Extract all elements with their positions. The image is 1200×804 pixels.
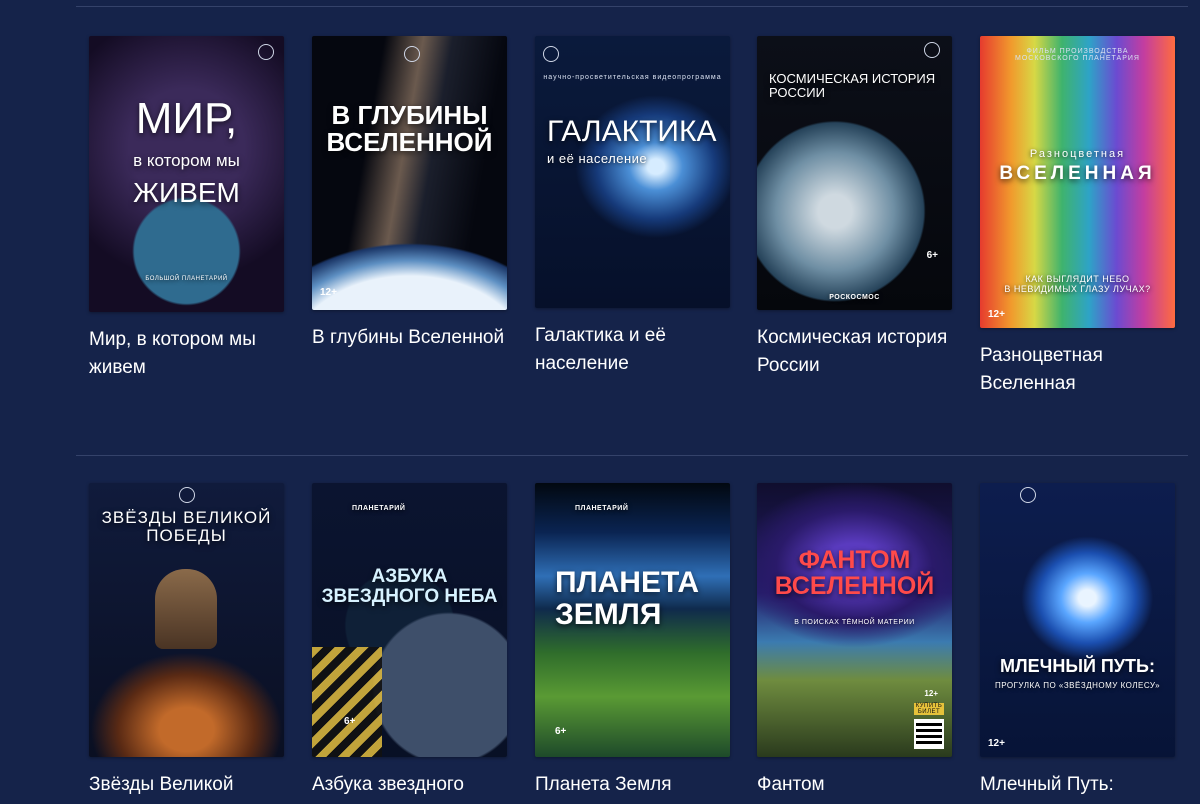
poster-title: ПЛАНЕТА ЗЕМЛЯ <box>555 566 700 631</box>
film-poster[interactable]: ФАНТОМ ВСЕЛЕННОЙ В ПОИСКАХ ТЁМНОЙ МАТЕРИ… <box>757 483 952 757</box>
age-rating-badge: 6+ <box>555 726 567 737</box>
poster-title-line3: ЖИВЕМ <box>133 177 240 208</box>
film-title[interactable]: Азбука звездного <box>312 771 507 799</box>
film-card-glubiny[interactable]: В ГЛУБИНЫ ВСЕЛЕННОЙ 12+ В глубины Вселен… <box>312 36 507 352</box>
planetarium-logo-icon <box>924 42 940 58</box>
film-poster[interactable]: ФИЛЬМ ПРОИЗВОДСТВА МОСКОВСКОГО ПЛАНЕТАРИ… <box>980 36 1175 328</box>
film-title[interactable]: Звёзды Великой <box>89 771 284 799</box>
planetarium-logo-icon <box>179 487 195 503</box>
poster-question: КАК ВЫГЛЯДИТ НЕБО В НЕВИДИМЫХ ГЛАЗУ ЛУЧА… <box>1004 274 1151 294</box>
poster-title: ВСЕЛЕННАЯ <box>999 163 1156 184</box>
planetarium-logo-icon <box>258 44 274 60</box>
film-card-raznocvetnaya[interactable]: ФИЛЬМ ПРОИЗВОДСТВА МОСКОВСКОГО ПЛАНЕТАРИ… <box>980 36 1175 398</box>
poster-tagline: ФИЛЬМ ПРОИЗВОДСТВА МОСКОВСКОГО ПЛАНЕТАРИ… <box>1015 48 1140 62</box>
age-rating-badge: 6+ <box>926 250 938 261</box>
poster-sponsor: РОСКОСМОС <box>829 294 880 301</box>
film-card-azbuka[interactable]: ПЛАНЕТАРИЙ АЗБУКА ЗВЕЗДНОГО НЕБА 6+ Азбу… <box>312 483 507 799</box>
decorative-stripes <box>312 647 382 757</box>
film-poster[interactable]: КОСМИЧЕСКАЯ ИСТОРИЯ РОССИИ 6+ РОСКОСМОС <box>757 36 952 310</box>
poster-title-line2: в котором мы <box>133 151 240 170</box>
film-title[interactable]: Галактика и её население <box>535 322 730 378</box>
film-title[interactable]: Космическая история России <box>757 324 952 380</box>
poster-title: ЗВЁЗДЫ ВЕЛИКОЙ ПОБЕДЫ <box>101 508 272 545</box>
film-card-zvezdy[interactable]: ЗВЁЗДЫ ВЕЛИКОЙ ПОБЕДЫ Звёзды Великой <box>89 483 284 799</box>
association-logo-icon <box>543 46 559 62</box>
film-poster[interactable]: ЗВЁЗДЫ ВЕЛИКОЙ ПОБЕДЫ <box>89 483 284 757</box>
film-title[interactable]: В глубины Вселенной <box>312 324 507 352</box>
film-poster[interactable]: МЛЕЧНЫЙ ПУТЬ: ПРОГУЛКА ПО «ЗВЁЗДНОМУ КОЛ… <box>980 483 1175 757</box>
poster-title: МИР, <box>135 94 238 143</box>
age-rating-badge: 12+ <box>924 689 938 698</box>
planetarium-logo-icon <box>1020 487 1036 503</box>
portrait-image <box>155 569 217 649</box>
row-divider-top <box>76 6 1188 7</box>
film-title[interactable]: Млечный Путь: <box>980 771 1175 799</box>
film-title[interactable]: Фантом <box>757 771 952 799</box>
film-card-mlechnyi[interactable]: МЛЕЧНЫЙ ПУТЬ: ПРОГУЛКА ПО «ЗВЁЗДНОМУ КОЛ… <box>980 483 1175 799</box>
poster-title: ФАНТОМ ВСЕЛЕННОЙ <box>774 546 935 601</box>
film-card-planeta[interactable]: ПЛАНЕТАРИЙ ПЛАНЕТА ЗЕМЛЯ 6+ Планета Земл… <box>535 483 730 799</box>
poster-brand: ПЛАНЕТАРИЙ <box>352 505 406 512</box>
film-card-fantom[interactable]: ФАНТОМ ВСЕЛЕННОЙ В ПОИСКАХ ТЁМНОЙ МАТЕРИ… <box>757 483 952 799</box>
buy-ticket-label[interactable]: КУПИТЬ БИЛЕТ <box>914 703 944 715</box>
poster-brand: ПЛАНЕТАРИЙ <box>575 505 629 512</box>
poster-title: АЗБУКА ЗВЕЗДНОГО НЕБА <box>321 566 498 607</box>
poster-title: ГАЛАКТИКА <box>547 115 717 148</box>
row-divider-middle <box>76 455 1188 456</box>
poster-subtitle: ПРОГУЛКА ПО «ЗВЁЗДНОМУ КОЛЕСУ» <box>994 681 1161 690</box>
poster-tagline: научно-просветительская видеопрограмма <box>543 74 722 81</box>
poster-footer: БОЛЬШОЙ ПЛАНЕТАРИЙ <box>145 276 228 282</box>
film-title[interactable]: Мир, в котором мы живем <box>89 326 284 382</box>
poster-subtitle: и её население <box>547 151 648 166</box>
planetarium-logo-icon <box>404 46 420 62</box>
film-card-mir[interactable]: МИР, в котором мы ЖИВЕМ БОЛЬШОЙ ПЛАНЕТАР… <box>89 36 284 382</box>
age-rating-badge: 12+ <box>320 287 337 298</box>
film-card-kosmicheskaya[interactable]: КОСМИЧЕСКАЯ ИСТОРИЯ РОССИИ 6+ РОСКОСМОС … <box>757 36 952 380</box>
age-rating-badge: 6+ <box>344 716 356 727</box>
film-title[interactable]: Разноцветная Вселенная <box>980 342 1175 398</box>
age-rating-badge: 12+ <box>988 738 1005 749</box>
poster-subtitle: Разноцветная <box>1029 148 1126 160</box>
poster-title: КОСМИЧЕСКАЯ ИСТОРИЯ РОССИИ <box>769 71 936 100</box>
qr-code-icon[interactable] <box>914 719 944 749</box>
film-poster[interactable]: МИР, в котором мы ЖИВЕМ БОЛЬШОЙ ПЛАНЕТАР… <box>89 36 284 312</box>
poster-title: МЛЕЧНЫЙ ПУТЬ: <box>1000 656 1155 676</box>
film-title[interactable]: Планета Земля <box>535 771 730 799</box>
poster-subtitle: В ПОИСКАХ ТЁМНОЙ МАТЕРИИ <box>794 619 915 626</box>
film-poster[interactable]: ПЛАНЕТАРИЙ АЗБУКА ЗВЕЗДНОГО НЕБА 6+ <box>312 483 507 757</box>
film-card-galaktika[interactable]: научно-просветительская видеопрограмма Г… <box>535 36 730 378</box>
film-poster[interactable]: В ГЛУБИНЫ ВСЕЛЕННОЙ 12+ <box>312 36 507 310</box>
film-poster[interactable]: научно-просветительская видеопрограмма Г… <box>535 36 730 308</box>
film-poster[interactable]: ПЛАНЕТАРИЙ ПЛАНЕТА ЗЕМЛЯ 6+ <box>535 483 730 757</box>
age-rating-badge: 12+ <box>988 309 1005 320</box>
poster-title: В ГЛУБИНЫ ВСЕЛЕННОЙ <box>326 100 493 158</box>
